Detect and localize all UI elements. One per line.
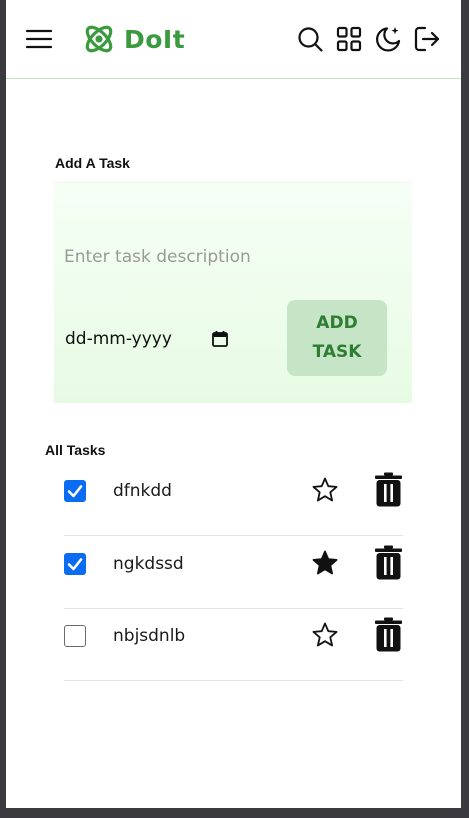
task-checkbox[interactable] [64,480,86,502]
task-text: dfnkdd [113,481,172,501]
add-task-title: Add A Task [55,155,130,171]
task-text: nbjsdnlb [113,626,186,646]
task-text: ngkdssd [113,554,184,574]
app-name: DoIt [124,24,186,54]
trash-icon[interactable] [375,617,402,652]
menu-icon[interactable] [25,25,53,53]
task-checkbox[interactable] [64,553,86,575]
theme-toggle-icon[interactable] [374,25,402,53]
star-outline-icon[interactable] [311,476,339,504]
task-description-input[interactable] [64,241,384,273]
task-checkbox[interactable] [64,625,86,647]
all-tasks-title: All Tasks [45,442,106,458]
app-header: DoIt [6,0,461,79]
star-filled-icon[interactable] [311,549,339,577]
add-task-panel: dd-mm-yyyy ADD TASK [54,182,412,403]
task-row: dfnkdd [64,463,403,536]
app-logo[interactable]: DoIt [82,22,185,56]
calendar-icon[interactable] [211,330,229,348]
star-outline-icon[interactable] [311,621,339,649]
search-icon[interactable] [296,25,324,53]
add-task-button[interactable]: ADD TASK [287,300,387,376]
trash-icon[interactable] [375,545,402,580]
trash-icon[interactable] [375,472,402,507]
logout-icon[interactable] [413,25,441,53]
task-row: nbjsdnlb [64,608,403,681]
task-row: ngkdssd [64,536,403,609]
grid-view-icon[interactable] [335,25,363,53]
app-window: DoIt Add A Task dd-mm-yyyy ADD TASK [6,0,461,808]
due-date-input[interactable]: dd-mm-yyyy [65,325,229,353]
date-placeholder: dd-mm-yyyy [65,329,172,349]
logo-icon [82,22,116,56]
